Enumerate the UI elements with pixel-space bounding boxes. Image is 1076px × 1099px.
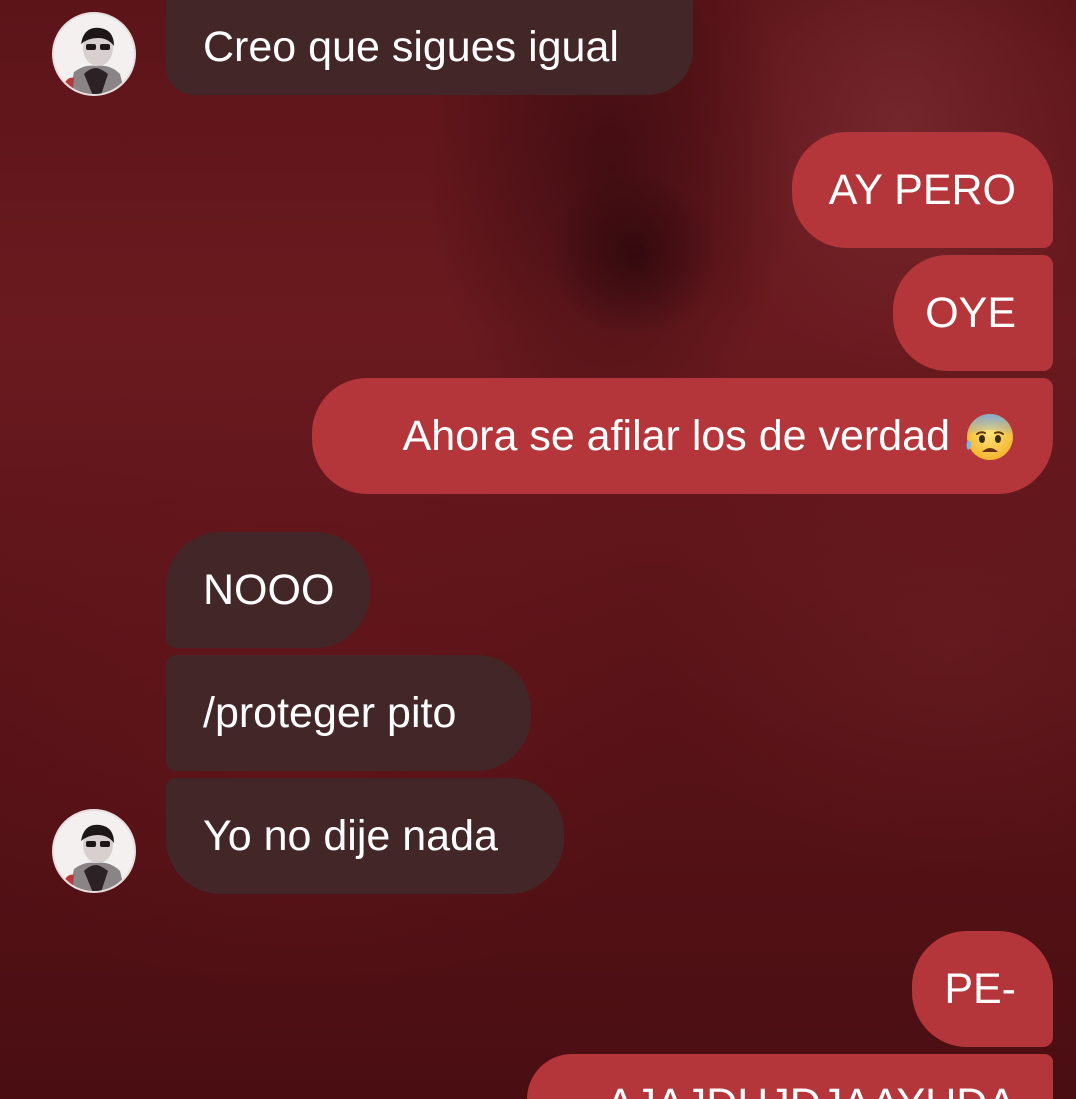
message-bubble-outgoing[interactable]: AJAJDHJDJAAYUDA — [527, 1054, 1053, 1099]
message-text: AY PERO — [828, 165, 1016, 214]
message-bubble-incoming[interactable]: /proteger pito — [166, 655, 531, 771]
message-text: PE- — [944, 964, 1016, 1013]
chat-thread[interactable]: Creo que sigues igual AY PERO OYE Ahora … — [0, 0, 1076, 1099]
contact-avatar[interactable] — [52, 809, 136, 893]
anxious-face-with-sweat-icon — [966, 414, 1013, 460]
message-bubble-incoming[interactable]: Creo que sigues igual — [166, 0, 693, 95]
avatar-image — [54, 14, 134, 94]
message-text: AJAJDHJDJAAYUDA — [606, 1083, 1016, 1099]
message-text: OYE — [925, 288, 1016, 337]
message-bubble-outgoing[interactable]: PE- — [912, 931, 1053, 1047]
contact-avatar[interactable] — [52, 12, 136, 96]
avatar-image — [54, 811, 134, 891]
message-bubble-outgoing[interactable]: AY PERO — [792, 132, 1053, 248]
message-bubble-outgoing[interactable]: Ahora se afilar los de verdad — [312, 378, 1053, 494]
message-text: NOOO — [203, 565, 335, 614]
message-bubble-incoming[interactable]: NOOO — [166, 532, 370, 648]
message-text: /proteger pito — [203, 688, 457, 737]
message-text: Ahora se afilar los de verdad — [402, 411, 950, 460]
message-text: Creo que sigues igual — [203, 23, 619, 71]
message-bubble-incoming[interactable]: Yo no dije nada — [166, 778, 564, 894]
message-text: Yo no dije nada — [203, 811, 498, 860]
message-bubble-outgoing[interactable]: OYE — [893, 255, 1053, 371]
